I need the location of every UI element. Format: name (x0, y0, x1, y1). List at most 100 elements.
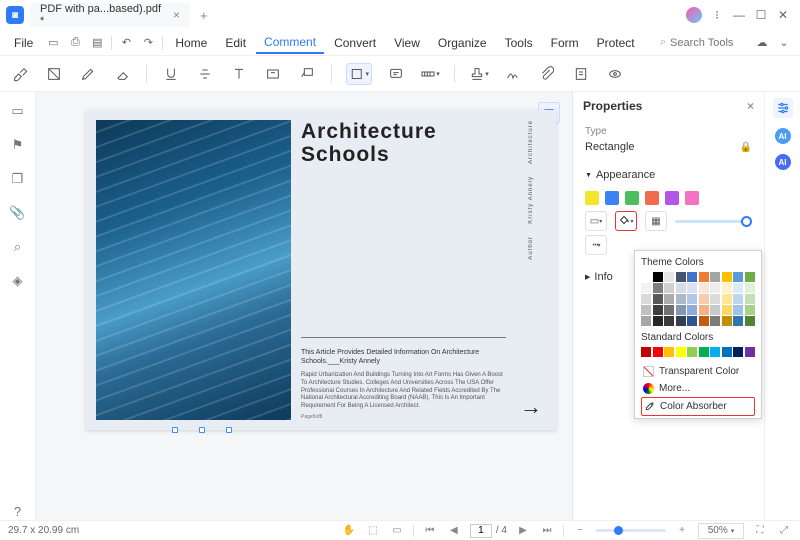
theme-color-cell[interactable] (664, 294, 674, 304)
theme-color-cell[interactable] (687, 272, 697, 282)
theme-color-cell[interactable] (710, 316, 720, 326)
first-page-icon[interactable]: ⏮ (422, 523, 438, 539)
thumbnail-panel-icon[interactable]: ❐ (9, 170, 27, 188)
menu-tools[interactable]: Tools (497, 33, 541, 53)
theme-color-cell[interactable] (722, 283, 732, 293)
theme-color-cell[interactable] (710, 283, 720, 293)
help-icon[interactable]: ? (9, 502, 27, 520)
strikethrough-icon[interactable] (195, 64, 215, 84)
opacity-grid-tool[interactable]: ▦ (645, 211, 667, 231)
color-absorber-option[interactable]: Color Absorber (641, 397, 755, 416)
border-style-tool[interactable]: ▭▾ (585, 211, 607, 231)
standard-color-cell[interactable] (722, 347, 732, 357)
transparent-color-option[interactable]: Transparent Color (641, 363, 755, 380)
prev-page-icon[interactable]: ◀ (446, 523, 462, 539)
add-tab-button[interactable]: + (200, 8, 208, 23)
opacity-slider[interactable] (675, 220, 752, 223)
theme-color-cell[interactable] (653, 316, 663, 326)
theme-color-cell[interactable] (664, 305, 674, 315)
menu-view[interactable]: View (386, 33, 428, 53)
stamp-icon[interactable]: ▾ (469, 64, 489, 84)
standard-color-cell[interactable] (710, 347, 720, 357)
theme-color-cell[interactable] (653, 272, 663, 282)
layers-panel-icon[interactable]: ◈ (9, 272, 27, 290)
theme-color-cell[interactable] (722, 316, 732, 326)
menu-form[interactable]: Form (543, 33, 587, 53)
theme-color-cell[interactable] (687, 283, 697, 293)
reading-mode-icon[interactable]: ▭ (389, 523, 405, 539)
theme-color-cell[interactable] (641, 294, 651, 304)
theme-color-cell[interactable] (641, 305, 651, 315)
zoom-value[interactable]: 50%▾ (698, 523, 744, 539)
bookmark-panel-icon[interactable]: ⚑ (9, 136, 27, 154)
theme-color-cell[interactable] (699, 305, 709, 315)
page-panel-icon[interactable]: ▭ (9, 102, 27, 120)
theme-color-cell[interactable] (710, 294, 720, 304)
search-input[interactable] (670, 37, 750, 49)
last-page-icon[interactable]: ⏭ (539, 523, 555, 539)
theme-color-cell[interactable] (733, 272, 743, 282)
color-swatch[interactable] (685, 191, 699, 205)
standard-color-cell[interactable] (676, 347, 686, 357)
attachment-panel-icon[interactable]: 📎 (9, 204, 27, 222)
theme-color-cell[interactable] (676, 283, 686, 293)
zoom-out-icon[interactable]: − (572, 523, 588, 539)
theme-color-cell[interactable] (676, 294, 686, 304)
textbox-icon[interactable] (263, 64, 283, 84)
theme-color-cell[interactable] (745, 283, 755, 293)
theme-color-cell[interactable] (641, 272, 651, 282)
theme-color-cell[interactable] (653, 283, 663, 293)
ai-rail-icon[interactable]: AI (775, 128, 791, 144)
color-swatch[interactable] (645, 191, 659, 205)
theme-color-cell[interactable] (745, 272, 755, 282)
page-input[interactable] (470, 524, 492, 538)
close-button[interactable]: ✕ (772, 4, 794, 26)
theme-color-cell[interactable] (676, 305, 686, 315)
standard-color-cell[interactable] (733, 347, 743, 357)
theme-color-cell[interactable] (653, 294, 663, 304)
menu-home[interactable]: Home (167, 33, 215, 53)
lock-icon[interactable]: 🔒 (740, 142, 752, 153)
theme-color-cell[interactable] (733, 316, 743, 326)
zoom-slider[interactable] (596, 529, 666, 532)
theme-color-cell[interactable] (733, 305, 743, 315)
standard-color-cell[interactable] (641, 347, 651, 357)
theme-color-cell[interactable] (676, 272, 686, 282)
color-swatch[interactable] (585, 191, 599, 205)
theme-color-cell[interactable] (733, 283, 743, 293)
undo-icon[interactable]: ↶ (116, 33, 136, 53)
menu-protect[interactable]: Protect (589, 33, 643, 53)
theme-color-cell[interactable] (664, 316, 674, 326)
theme-color-cell[interactable] (699, 294, 709, 304)
save-icon[interactable]: ▤ (87, 33, 107, 53)
more-colors-option[interactable]: More... (641, 380, 755, 397)
close-panel-icon[interactable]: × (747, 99, 754, 113)
menu-convert[interactable]: Convert (326, 33, 384, 53)
fullscreen-icon[interactable]: ⤢ (776, 523, 792, 539)
minimize-button[interactable]: — (728, 4, 750, 26)
select-tool-icon[interactable]: ⬚ (365, 523, 381, 539)
theme-color-cell[interactable] (687, 316, 697, 326)
theme-color-cell[interactable] (745, 305, 755, 315)
print-icon[interactable]: ⎙ (65, 33, 85, 53)
fit-page-icon[interactable]: ⛶ (752, 523, 768, 539)
document-tab[interactable]: PDF with pa...based).pdf * × (30, 3, 190, 27)
theme-color-cell[interactable] (699, 272, 709, 282)
next-page-icon[interactable]: ▶ (515, 523, 531, 539)
properties-rail-icon[interactable] (773, 98, 793, 118)
pdf-page[interactable]: ArchitectureSchools This Article Provide… (86, 110, 556, 430)
theme-color-cell[interactable] (745, 316, 755, 326)
line-style-tool[interactable]: ┅▾ (585, 235, 607, 255)
hand-tool-icon[interactable]: ✋ (341, 523, 357, 539)
theme-color-cell[interactable] (710, 305, 720, 315)
color-swatch[interactable] (605, 191, 619, 205)
close-tab-icon[interactable]: × (173, 8, 180, 22)
selection-handles[interactable] (172, 424, 232, 436)
theme-color-cell[interactable] (722, 272, 732, 282)
theme-color-cell[interactable] (687, 305, 697, 315)
highlighter-icon[interactable] (10, 64, 30, 84)
attachment-icon[interactable] (537, 64, 557, 84)
file-menu[interactable]: File (6, 33, 41, 53)
theme-color-cell[interactable] (722, 305, 732, 315)
fill-color-tool[interactable]: ▾ (615, 211, 637, 231)
